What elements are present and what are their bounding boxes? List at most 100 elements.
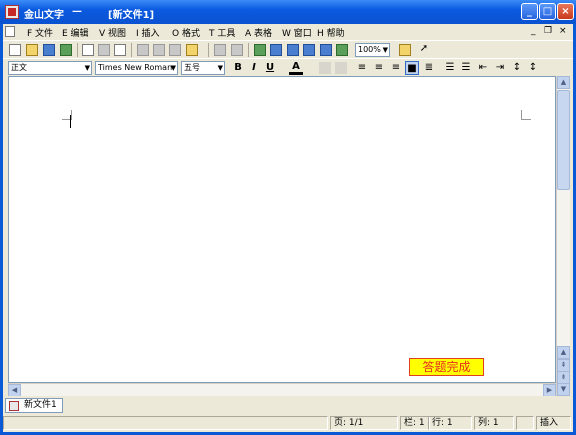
underline-button[interactable]: U (263, 61, 277, 75)
standard-toolbar: 100% ▼ ➚ (3, 40, 573, 59)
justify-icon[interactable]: ■ (405, 61, 419, 75)
save-icon[interactable] (43, 44, 55, 56)
text-cursor (70, 115, 71, 128)
line-spacing-icon[interactable]: ↕ (510, 61, 524, 75)
toolbar-separator (208, 43, 209, 57)
menu-insert[interactable]: I 插入 (136, 26, 160, 39)
chevron-down-icon: ▼ (170, 64, 176, 72)
app-window: 金山文字 — [新文件1] _ □ × F 文件 E 编辑 V 视图 I 插入 … (0, 0, 576, 435)
document-canvas[interactable] (8, 76, 556, 383)
scroll-down-icon[interactable]: ▼ (557, 383, 570, 396)
table-icon[interactable] (270, 44, 282, 56)
scroll-thumb[interactable] (557, 90, 570, 190)
tab-label: 新文件1 (24, 400, 57, 410)
minimize-button[interactable]: _ (521, 3, 538, 20)
toolbar-separator (131, 43, 132, 57)
new-icon[interactable] (9, 44, 21, 56)
horizontal-scrollbar[interactable]: ◀ ▶ (8, 383, 556, 397)
align-left-icon[interactable]: ≡ (355, 61, 369, 75)
select-pointer-icon[interactable]: ➚ (417, 42, 431, 56)
menu-window[interactable]: W 窗口 (282, 26, 312, 39)
align-center-icon[interactable]: ≡ (372, 61, 386, 75)
status-col: 列: 1 (474, 416, 514, 430)
mdi-minimize-button[interactable]: _ (531, 26, 536, 36)
margin-corner-top-right (521, 110, 531, 120)
align-right-icon[interactable]: ≡ (389, 61, 403, 75)
copy-icon[interactable] (153, 44, 165, 56)
menu-table[interactable]: A 表格 (245, 26, 272, 39)
document-tabs: 新文件1 (3, 396, 573, 414)
app-body: F 文件 E 编辑 V 视图 I 插入 O 格式 T 工具 A 表格 W 窗口 … (3, 24, 573, 432)
subscript-icon[interactable] (319, 62, 331, 74)
font-size-select[interactable]: 五号 ▼ (181, 61, 225, 75)
style-select[interactable]: 正文 ▼ (8, 61, 92, 75)
zoom-value: 100% (358, 45, 381, 54)
decrease-indent-icon[interactable]: ⇤ (476, 61, 490, 75)
app-logo-icon[interactable] (5, 5, 19, 19)
font-color-button[interactable]: A (289, 61, 303, 75)
numbered-list-icon[interactable]: ☰ (459, 61, 473, 75)
menu-view[interactable]: V 视图 (99, 26, 126, 39)
print-icon[interactable] (98, 44, 110, 56)
status-page: 页: 1/1 (330, 416, 398, 430)
mdi-close-button[interactable]: × (559, 26, 567, 36)
menu-tools[interactable]: T 工具 (209, 26, 235, 39)
status-column-section: 栏: 1 (400, 416, 430, 430)
bold-button[interactable]: B (231, 61, 245, 75)
tab-document-1[interactable]: 新文件1 (5, 398, 63, 413)
vertical-scrollbar[interactable]: ▲ ▲ ⇞ ⇟ ▼ (556, 76, 570, 396)
answer-done-button[interactable]: 答题完成 (409, 358, 484, 376)
chevron-down-icon: ▼ (84, 64, 90, 72)
scroll-up-small-icon[interactable]: ▲ (557, 346, 570, 359)
superscript-icon[interactable] (335, 62, 347, 74)
toolbar-separator (77, 43, 78, 57)
title-bar[interactable]: 金山文字 — [新文件1] _ □ × (0, 0, 576, 24)
zoom-select[interactable]: 100% ▼ (355, 43, 390, 57)
menu-format[interactable]: O 格式 (172, 26, 200, 39)
status-bar: 页: 1/1 栏: 1 行: 1 列: 1 插入 (3, 415, 573, 432)
drawing-icon[interactable] (336, 44, 348, 56)
menu-bar: F 文件 E 编辑 V 视图 I 插入 O 格式 T 工具 A 表格 W 窗口 … (3, 24, 573, 40)
status-insert-mode[interactable]: 插入 (536, 416, 571, 430)
italic-button[interactable]: I (247, 61, 261, 75)
format-painter-icon[interactable] (186, 44, 198, 56)
maximize-button[interactable]: □ (539, 3, 556, 20)
columns-icon[interactable] (303, 44, 315, 56)
font-select[interactable]: Times New Roman ▼ (95, 61, 178, 75)
picture-icon[interactable] (320, 44, 332, 56)
menu-file[interactable]: F 文件 (27, 26, 53, 39)
scroll-up-icon[interactable]: ▲ (557, 76, 570, 89)
close-button[interactable]: × (557, 3, 574, 20)
toolbar-separator (248, 43, 249, 57)
insert-table-icon[interactable] (287, 44, 299, 56)
doc-menu-icon[interactable] (5, 26, 15, 37)
bullet-list-icon[interactable]: ☰ (443, 61, 457, 75)
undo-icon[interactable] (214, 44, 226, 56)
app-title: 金山文字 (24, 10, 64, 21)
menu-edit[interactable]: E 编辑 (62, 26, 89, 39)
status-line: 行: 1 (428, 416, 472, 430)
paste-icon[interactable] (169, 44, 181, 56)
style-value: 正文 (11, 63, 27, 72)
menu-help[interactable]: H 帮助 (317, 26, 345, 39)
redo-icon[interactable] (231, 44, 243, 56)
chevron-down-icon: ▼ (382, 46, 388, 54)
spellcheck-icon[interactable] (114, 44, 126, 56)
mail-icon[interactable] (60, 44, 72, 56)
status-message (3, 416, 328, 430)
help-assistant-icon[interactable] (399, 44, 411, 56)
formatting-toolbar: 正文 ▼ Times New Roman ▼ 五号 ▼ B I U A ≡ ≡ ≡ ■… (3, 58, 573, 77)
cut-icon[interactable] (137, 44, 149, 56)
font-size-value: 五号 (184, 63, 200, 72)
title-separator: — (72, 6, 82, 17)
increase-indent-icon[interactable]: ⇥ (493, 61, 507, 75)
paragraph-spacing-icon[interactable]: ↕ (526, 61, 540, 75)
hyperlink-icon[interactable] (254, 44, 266, 56)
open-icon[interactable] (26, 44, 38, 56)
chevron-down-icon: ▼ (217, 64, 223, 72)
print-preview-icon[interactable] (82, 44, 94, 56)
mdi-restore-button[interactable]: ❐ (544, 26, 552, 36)
document-title: [新文件1] (108, 10, 155, 21)
distribute-icon[interactable]: ≣ (422, 61, 436, 75)
font-value: Times New Roman (98, 63, 173, 72)
